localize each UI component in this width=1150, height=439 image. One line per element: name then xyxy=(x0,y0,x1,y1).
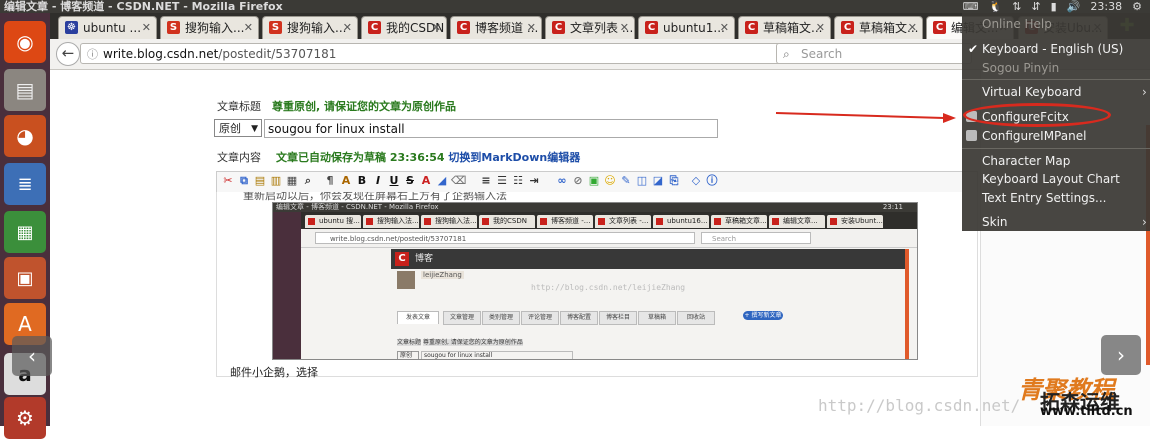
next-image-button[interactable]: › xyxy=(1101,335,1141,375)
prev-image-button[interactable]: ‹ xyxy=(12,336,52,376)
arrow-line xyxy=(775,112,945,119)
watermark-url: www.tlltd.cn xyxy=(1040,404,1133,419)
annotation-arrow xyxy=(775,112,956,123)
watermark-text: http://blog.csdn.net/ xyxy=(818,396,1021,415)
arrow-head xyxy=(943,113,956,123)
